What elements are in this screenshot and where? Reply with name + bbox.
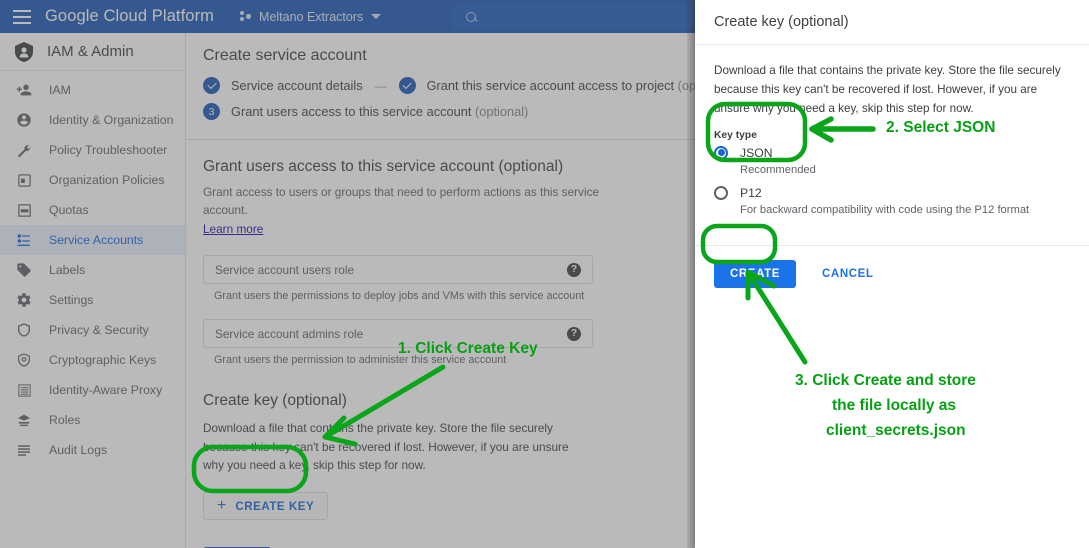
step-label[interactable]: Grant users access to this service accou…	[231, 104, 528, 119]
sidebar-item-identity-organization[interactable]: Identity & Organization	[0, 105, 185, 135]
service-account-icon	[15, 231, 33, 249]
sidebar-item-cryptographic-keys[interactable]: Cryptographic Keys	[0, 345, 185, 375]
search-icon	[466, 11, 477, 23]
help-icon[interactable]: ?	[567, 262, 581, 277]
field-placeholder: Service account admins role	[215, 326, 364, 341]
sidebar-item-label: Settings	[49, 293, 94, 307]
account-circle-icon	[15, 111, 33, 129]
key-type-option-json[interactable]: JSON	[714, 145, 1070, 160]
step-label[interactable]: Service account details	[231, 78, 363, 93]
sidebar-item-privacy-security[interactable]: Privacy & Security	[0, 315, 185, 345]
step-number-badge: 3	[203, 103, 220, 120]
plus-icon: +	[217, 497, 227, 515]
step-complete-icon	[203, 77, 220, 94]
create-key-button-label: CREATE KEY	[235, 499, 315, 513]
sidebar-item-quotas[interactable]: Quotas	[0, 195, 185, 225]
sidebar: IAM & Admin IAM Identity & Organization	[0, 33, 186, 548]
gcp-logo: Google Cloud Platform	[45, 7, 215, 25]
option-label: JSON	[740, 145, 773, 160]
create-key-panel: Create key (optional) Download a file th…	[695, 0, 1089, 548]
sidebar-item-label: Quotas	[49, 203, 89, 217]
label-icon	[15, 261, 33, 279]
option-sublabel: For backward compatibility with code usi…	[740, 203, 1030, 216]
key-type-group: Key type JSON Recommended P12 For backwa…	[714, 130, 1070, 216]
sidebar-item-iam[interactable]: IAM	[0, 75, 185, 105]
field-placeholder: Service account users role	[215, 262, 355, 277]
sidebar-item-label: Cryptographic Keys	[49, 353, 157, 367]
sidebar-item-label: Organization Policies	[49, 173, 165, 187]
sidebar-item-settings[interactable]: Settings	[0, 285, 185, 315]
section-description: Grant access to users or groups that nee…	[203, 185, 600, 217]
sidebar-item-organization-policies[interactable]: Organization Policies	[0, 165, 185, 195]
annotation-text-1: 1. Click Create Key	[398, 340, 538, 357]
sidebar-nav: IAM Identity & Organization Policy Troub…	[0, 71, 185, 465]
sidebar-item-label: Identity & Organization	[49, 113, 174, 127]
sidebar-item-label: Labels	[49, 263, 86, 277]
shield-icon	[15, 321, 33, 339]
key-shield-icon	[15, 351, 33, 369]
roles-icon	[15, 411, 33, 429]
screenshot-root: Google Cloud Platform Meltano Extractors…	[0, 0, 1089, 548]
gear-icon	[15, 291, 33, 309]
wrench-icon	[15, 141, 33, 159]
sidebar-item-label: Identity-Aware Proxy	[49, 383, 163, 397]
sidebar-item-service-accounts[interactable]: Service Accounts	[0, 225, 185, 255]
panel-title: Create key (optional)	[714, 14, 849, 30]
create-key-description: Download a file that contains the privat…	[203, 421, 569, 472]
sidebar-item-label: Service Accounts	[49, 233, 144, 247]
create-key-button[interactable]: + CREATE KEY	[203, 492, 329, 521]
sidebar-item-label: Policy Troubleshooter	[49, 143, 168, 157]
person-add-icon	[15, 81, 33, 99]
sidebar-item-labels[interactable]: Labels	[0, 255, 185, 285]
annotation-text-3: 3. Click Create and store	[795, 372, 976, 389]
project-name: Meltano Extractors	[259, 9, 364, 24]
annotation-text-5: client_secrets.json	[826, 422, 966, 439]
list-icon	[15, 441, 33, 459]
proxy-icon	[15, 381, 33, 399]
step-complete-icon	[398, 77, 416, 94]
sidebar-title: IAM & Admin	[47, 43, 134, 60]
sidebar-header: IAM & Admin	[0, 33, 185, 71]
menu-icon[interactable]	[13, 9, 31, 24]
radio-unselected-icon[interactable]	[714, 185, 728, 200]
project-icon	[240, 11, 252, 23]
sidebar-item-label: IAM	[49, 83, 71, 97]
step-dash: —	[374, 78, 387, 93]
sidebar-item-identity-aware-proxy[interactable]: Identity-Aware Proxy	[0, 375, 185, 405]
help-icon[interactable]: ?	[567, 326, 581, 341]
learn-more-link[interactable]: Learn more	[203, 222, 263, 236]
sidebar-item-roles[interactable]: Roles	[0, 405, 185, 435]
panel-actions: CREATE CANCEL	[695, 246, 1089, 288]
sidebar-item-audit-logs[interactable]: Audit Logs	[0, 435, 185, 465]
sidebar-item-label: Audit Logs	[49, 443, 108, 457]
iam-admin-icon	[15, 41, 33, 62]
window-icon	[15, 171, 33, 189]
sidebar-item-label: Privacy & Security	[49, 323, 149, 337]
create-button[interactable]: CREATE	[714, 259, 797, 288]
quota-icon	[15, 201, 33, 219]
sidebar-item-policy-troubleshooter[interactable]: Policy Troubleshooter	[0, 135, 185, 165]
annotation-text-4: the file locally as	[832, 397, 957, 414]
project-selector[interactable]: Meltano Extractors	[240, 9, 382, 24]
panel-description: Download a file that contains the privat…	[714, 64, 1061, 115]
annotation-text-2: 2. Select JSON	[886, 119, 996, 136]
chevron-down-icon	[371, 14, 382, 19]
panel-cancel-button[interactable]: CANCEL	[808, 260, 888, 288]
option-label: P12	[740, 185, 762, 200]
radio-selected-icon[interactable]	[714, 145, 728, 160]
step-label[interactable]: Grant this service account access to pro…	[427, 78, 731, 93]
key-type-option-p12[interactable]: P12	[714, 185, 1070, 200]
option-sublabel: Recommended	[740, 163, 816, 176]
service-account-users-role-field[interactable]: Service account users role ?	[203, 255, 593, 285]
sidebar-item-label: Roles	[49, 413, 81, 427]
